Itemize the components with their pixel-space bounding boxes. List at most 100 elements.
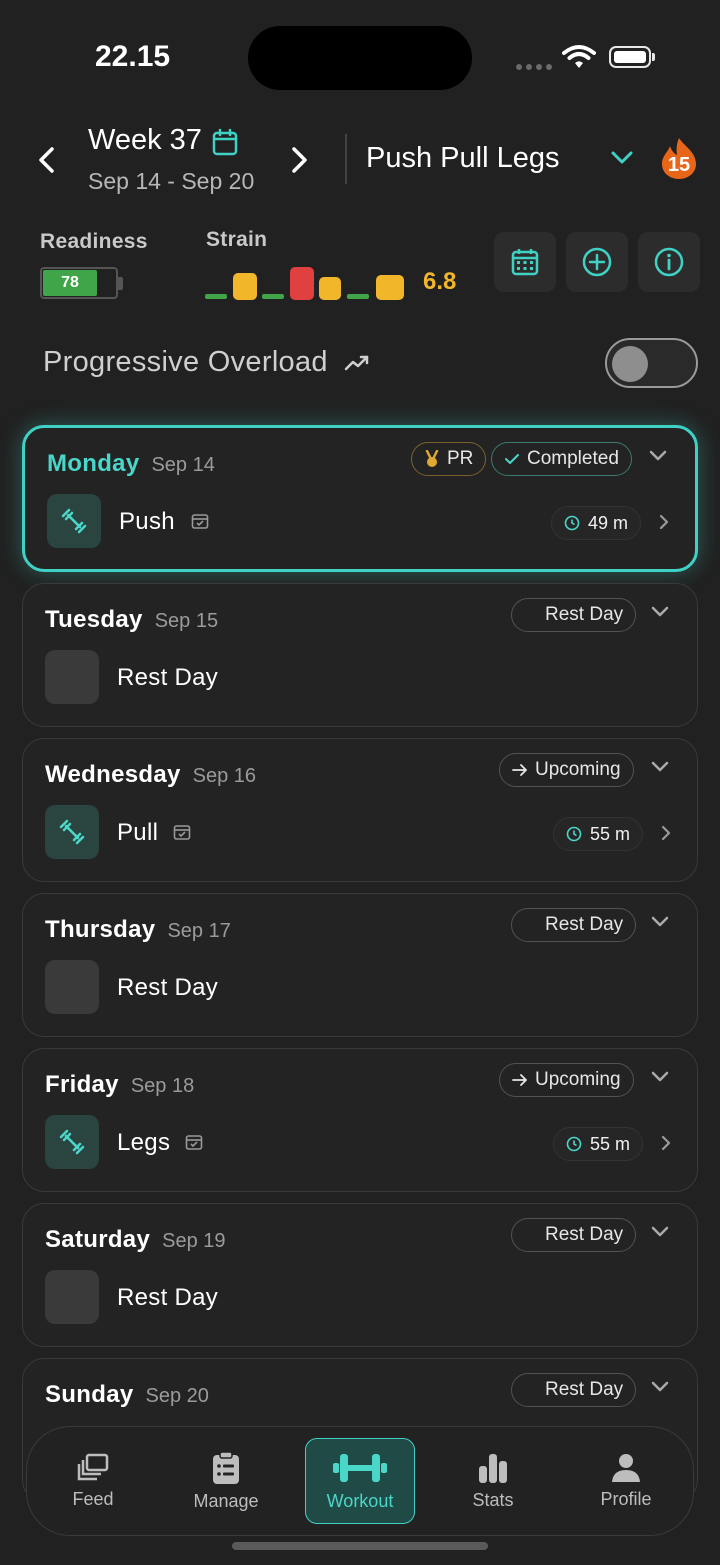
duration-badge: 49 m — [550, 506, 641, 540]
strain-value: 6.8 — [423, 268, 457, 295]
streak-count: 15 — [667, 154, 691, 176]
clock-icon — [564, 515, 580, 531]
clock-icon — [566, 826, 582, 842]
day-card-wednesday[interactable]: Wednesday Sep 16 Upcoming Pull 55 m — [22, 738, 698, 882]
info-button[interactable] — [638, 232, 700, 292]
add-workout-button[interactable] — [566, 232, 628, 292]
chevron-down-icon[interactable] — [610, 150, 634, 166]
readiness-battery-nub — [118, 277, 123, 290]
day-date: Sep 20 — [145, 1385, 209, 1407]
trending-up-icon — [344, 355, 369, 371]
nav-stats-label: Stats — [472, 1489, 514, 1510]
battery-nub — [652, 53, 655, 61]
status-time: 22.15 — [95, 40, 171, 73]
chevron-right-icon[interactable] — [659, 514, 669, 530]
nav-feed[interactable]: Feed — [38, 1438, 148, 1524]
feed-icon — [77, 1453, 109, 1480]
wifi-icon — [562, 45, 596, 68]
moon-icon — [66, 666, 77, 688]
nav-profile[interactable]: Profile — [571, 1438, 681, 1524]
chevron-down-icon[interactable] — [651, 1226, 669, 1238]
rest-icon-box — [45, 650, 99, 704]
moon-icon — [66, 1286, 77, 1308]
workout-name: Push — [119, 508, 175, 535]
battery-icon — [609, 46, 651, 68]
chevron-right-icon[interactable] — [661, 825, 671, 841]
duration-badge: 55 m — [552, 1127, 643, 1161]
day-date: Sep 18 — [130, 1075, 195, 1097]
day-date: Sep 15 — [154, 610, 219, 632]
readiness-label: Readiness — [40, 230, 148, 253]
next-week-button[interactable] — [288, 146, 310, 174]
calendar-check-icon — [185, 1135, 203, 1150]
nav-workout[interactable]: Workout — [305, 1438, 415, 1524]
nav-workout-label: Workout — [326, 1490, 394, 1511]
nav-manage[interactable]: Manage — [171, 1438, 281, 1524]
day-label: Sunday Sep 20 — [45, 1381, 209, 1408]
arrow-right-icon — [512, 764, 527, 776]
toggle-knob[interactable] — [612, 346, 648, 382]
day-card-tuesday[interactable]: Tuesday Sep 15 Rest Day Rest Day — [22, 583, 698, 727]
workout-name: Rest Day — [117, 664, 219, 691]
day-label: Monday Sep 14 — [47, 450, 215, 477]
week-range: Sep 14 - Sep 20 — [88, 168, 255, 194]
dynamic-island — [248, 26, 472, 90]
week-title: Week 37 — [88, 124, 202, 156]
day-label: Tuesday Sep 15 — [45, 606, 219, 633]
day-date: Sep 17 — [167, 920, 231, 942]
chevron-down-icon[interactable] — [651, 1381, 669, 1393]
medal-icon — [425, 450, 439, 467]
workout-icon-box — [47, 494, 101, 548]
workout-name: Rest Day — [117, 1284, 219, 1311]
day-label: Saturday Sep 19 — [45, 1226, 226, 1253]
program-selector[interactable]: Push Pull Legs — [366, 142, 559, 175]
workout-name: Rest Day — [117, 974, 219, 1001]
strain-label: Strain — [206, 228, 268, 251]
home-indicator[interactable] — [232, 1542, 488, 1550]
pr-badge: PR — [411, 442, 487, 476]
duration-badge: 55 m — [552, 817, 643, 851]
nav-stats[interactable]: Stats — [438, 1438, 548, 1524]
day-card-thursday[interactable]: Thursday Sep 17 Rest Day Rest Day — [22, 893, 698, 1037]
header-divider — [345, 134, 347, 184]
clock-icon — [566, 1136, 582, 1152]
plus-circle-icon — [582, 247, 612, 277]
dumbbell-icon — [59, 1129, 85, 1155]
chevron-down-icon[interactable] — [649, 450, 667, 462]
moon-icon — [527, 608, 534, 622]
calendar-icon[interactable] — [212, 128, 238, 156]
progressive-overload-label: Progressive Overload — [43, 346, 328, 378]
moon-icon — [527, 918, 534, 932]
chevron-down-icon[interactable] — [651, 761, 669, 773]
strain-bar-chart — [205, 267, 404, 300]
schedule-button[interactable] — [494, 232, 556, 292]
status-badge: Rest Day — [511, 1373, 637, 1407]
day-date: Sep 14 — [151, 454, 215, 476]
workout-name: Legs — [117, 1129, 171, 1156]
day-card-saturday[interactable]: Saturday Sep 19 Rest Day Rest Day — [22, 1203, 698, 1347]
day-label: Thursday Sep 17 — [45, 916, 231, 943]
signal-icon — [516, 64, 552, 70]
status-badge: Rest Day — [511, 908, 637, 942]
chevron-down-icon[interactable] — [651, 916, 669, 928]
calendar-check-icon — [173, 825, 191, 840]
chevron-right-icon[interactable] — [661, 1135, 671, 1151]
day-card-monday[interactable]: Monday Sep 14 PR Completed Push 49 m — [22, 425, 698, 572]
clipboard-icon — [213, 1450, 239, 1484]
workout-name: Pull — [117, 819, 159, 846]
arrow-right-icon — [512, 1074, 527, 1086]
status-badge: Rest Day — [511, 598, 637, 632]
calendar-check-icon — [191, 514, 209, 529]
day-date: Sep 19 — [162, 1230, 226, 1252]
chevron-down-icon[interactable] — [651, 1071, 669, 1083]
chevron-down-icon[interactable] — [651, 606, 669, 618]
day-card-friday[interactable]: Friday Sep 18 Upcoming Legs 55 m — [22, 1048, 698, 1192]
moon-icon — [527, 1228, 534, 1242]
nav-manage-label: Manage — [193, 1490, 259, 1511]
moon-icon — [527, 1383, 534, 1397]
status-badge: Completed — [491, 442, 632, 476]
prev-week-button[interactable] — [36, 146, 58, 174]
status-badge: Rest Day — [511, 1218, 637, 1252]
rest-icon-box — [45, 960, 99, 1014]
day-date: Sep 16 — [192, 765, 257, 787]
